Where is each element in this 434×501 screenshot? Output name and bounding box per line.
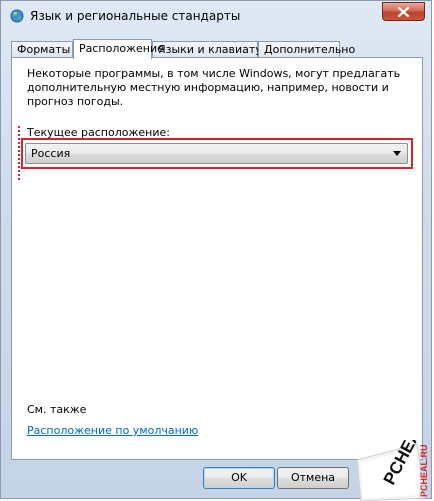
close-icon [398,6,409,17]
pcheal-logo: PCHEAL! PCHEAL.RU [356,440,432,501]
title-bar[interactable]: Язык и региональные стандарты [1,1,431,31]
ok-button[interactable]: OK [203,467,275,489]
cancel-button[interactable]: Отмена [277,467,349,489]
dialog-window: Язык и региональные стандарты Форматы Ра… [0,0,432,499]
location-description: Некоторые программы, в том числе Windows… [27,67,401,108]
location-panel: Некоторые программы, в том числе Windows… [11,57,423,460]
default-location-link[interactable]: Расположение по умолчанию [27,424,198,437]
tab-strip: Форматы Расположение Языки и клавиатуры … [11,39,423,59]
current-location-value: Россия [31,147,71,160]
dropdown-arrow-icon [393,151,401,156]
current-location-dropdown[interactable]: Россия [25,143,408,164]
tab-location[interactable]: Расположение [73,39,164,59]
tab-languages-keyboards[interactable]: Языки и клавиатуры [152,41,278,58]
window-title: Язык и региональные стандарты [30,9,241,23]
globe-icon [10,9,24,23]
tab-advanced[interactable]: Дополнительно [258,41,355,58]
close-button[interactable] [382,2,425,21]
svg-text:PCHEAL.RU: PCHEAL.RU [419,444,429,497]
see-also-label: См. также [27,403,87,416]
tab-formats[interactable]: Форматы [11,41,73,58]
